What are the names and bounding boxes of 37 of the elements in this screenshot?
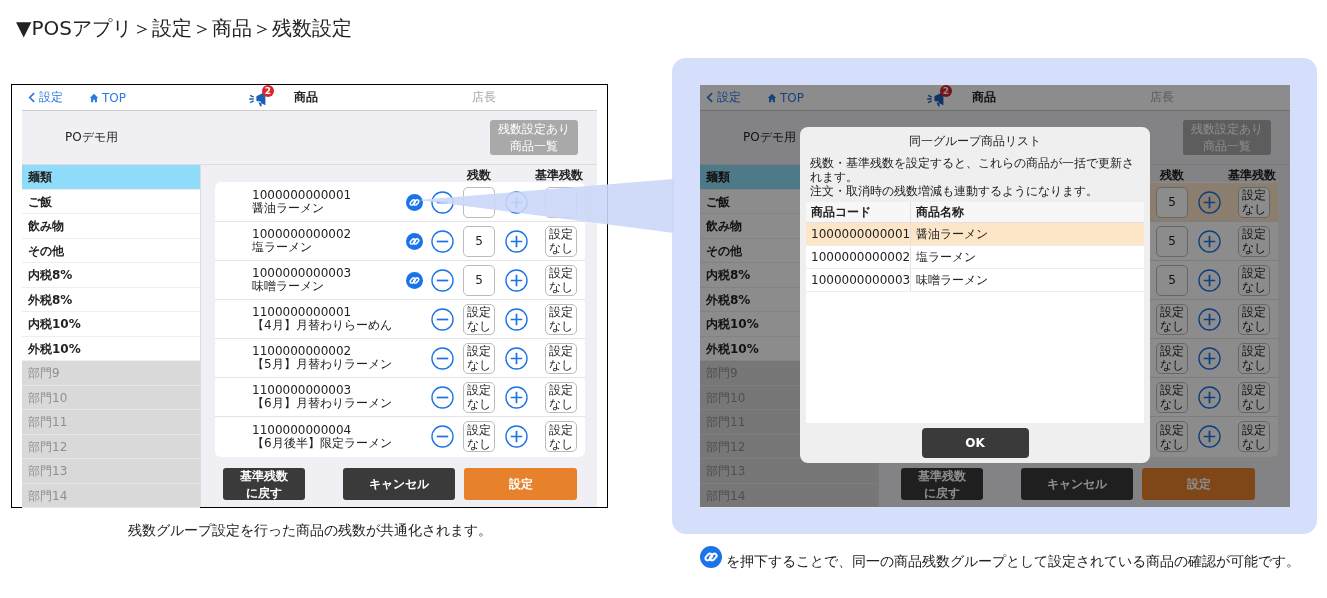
product-name: 醤油ラーメン	[252, 202, 325, 215]
screen-title: 商品	[972, 89, 997, 106]
product-code: 1100000000004	[252, 423, 353, 437]
column-header: 基準残数	[535, 167, 583, 184]
table-cell-text: 塩ラーメン	[915, 248, 976, 266]
column-header: 基準残数	[1228, 167, 1276, 184]
column-header: 商品名称	[915, 203, 964, 221]
table-cell: 1000000000002	[806, 246, 911, 268]
caption: 残数グループ設定を行った商品の残数が共通化されます。	[126, 522, 493, 540]
product-name: 【6月後半】限定ラーメン	[252, 436, 393, 450]
column-header: 商品コード	[806, 202, 911, 222]
product-name: 塩ラーメン	[252, 241, 313, 254]
table-cell: 1000000000003	[806, 269, 911, 291]
user-label: 店長	[472, 89, 496, 106]
table-cell-text: 醤油ラーメン	[915, 225, 988, 243]
table-cell: 1000000000001	[806, 223, 911, 245]
product-name: 【5月】月替わりラーメン	[252, 358, 393, 371]
shop-name: POデモ用	[743, 129, 796, 146]
table-cell-text: 味噌ラーメン	[915, 271, 988, 289]
product-code: 1000000000003	[252, 267, 353, 280]
product-code: 1100000000001	[252, 306, 353, 319]
dialog-title: 同一グループ商品リスト	[908, 133, 1042, 150]
product-name: 【6月】月替わりラーメン	[252, 397, 393, 410]
product-code: 1100000000003	[252, 384, 353, 397]
product-code: 1000000000001	[252, 189, 353, 202]
product-code: 1100000000002	[252, 345, 353, 358]
notification-badge: 2	[262, 84, 274, 97]
shop-name: POデモ用	[65, 129, 118, 146]
column-header: 残数	[467, 167, 491, 184]
product-code: 1000000000002	[252, 228, 353, 241]
caption: を押下することで、同一の商品残数グループとして設定されている商品の確認が可能です。	[726, 553, 1300, 569]
screen-title: 商品	[294, 89, 319, 106]
page-title: ▼POSアプリ＞設定＞商品＞残数設定	[16, 15, 352, 41]
column-header: 残数	[1160, 167, 1184, 184]
product-name: 【4月】月替わりらーめん	[252, 319, 393, 332]
notification-badge: 2	[940, 84, 952, 97]
product-name: 味噌ラーメン	[252, 280, 325, 293]
